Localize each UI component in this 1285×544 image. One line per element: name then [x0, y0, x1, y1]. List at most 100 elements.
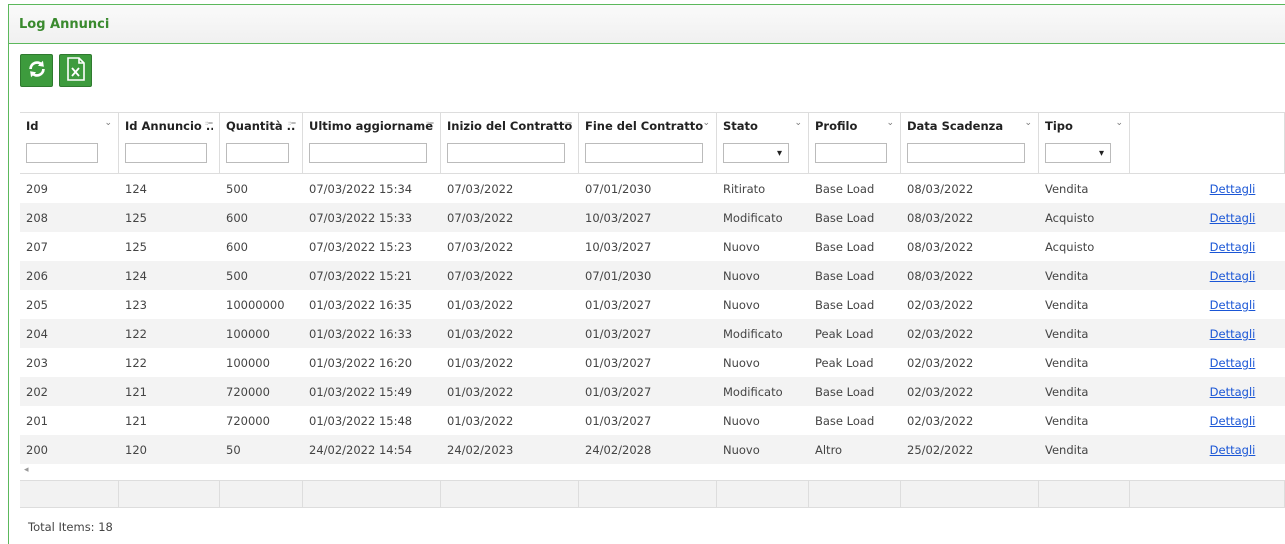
details-cell: Dettagli — [1130, 298, 1285, 312]
grid-body: 209 124 500 07/03/2022 15:34 07/03/2022 07/01… — [20, 174, 1285, 464]
filter-input[interactable] — [226, 143, 289, 163]
table-cell: 08/03/2022 — [907, 268, 974, 283]
table-cell: 02/03/2022 — [907, 297, 974, 312]
details-link[interactable]: Dettagli — [1210, 182, 1256, 196]
table-cell: 07/03/2022 15:34 — [309, 181, 413, 196]
details-link[interactable]: Dettagli — [1210, 385, 1256, 399]
details-link[interactable]: Dettagli — [1210, 269, 1256, 283]
table-cell: 124 — [125, 268, 147, 283]
table-cell: Ritirato — [723, 181, 766, 196]
table-cell: 202 — [26, 384, 48, 399]
table-cell: 203 — [26, 355, 48, 370]
chevron-down-icon[interactable]: ⌄ — [104, 118, 112, 128]
chevron-down-icon[interactable]: ⌄ — [1115, 118, 1123, 128]
table-cell: Base Load — [815, 413, 875, 428]
refresh-button[interactable] — [20, 54, 53, 87]
column-header-4[interactable]: Inizio del Contratto... ⩴ — [441, 113, 579, 173]
details-link[interactable]: Dettagli — [1210, 298, 1256, 312]
sort-icon[interactable]: ⩴ — [564, 118, 572, 128]
table-cell: 07/03/2022 — [447, 239, 514, 254]
table-cell: 01/03/2022 16:20 — [309, 355, 413, 370]
filter-input[interactable] — [447, 143, 565, 163]
column-header-label: Id — [26, 119, 39, 133]
table-row: 207 125 600 07/03/2022 15:23 07/03/2022 10/03… — [20, 232, 1285, 261]
table-cell: 07/03/2022 15:23 — [309, 239, 413, 254]
details-link[interactable]: Dettagli — [1210, 327, 1256, 341]
table-cell: 08/03/2022 — [907, 210, 974, 225]
scroll-left-arrow-icon[interactable]: ◂ — [24, 465, 29, 475]
column-header-3[interactable]: Ultimo aggiorname... ⩴ — [303, 113, 441, 173]
horizontal-scrollbar[interactable]: ◂ — [20, 464, 1285, 480]
table-row: 208 125 600 07/03/2022 15:33 07/03/2022 10/03… — [20, 203, 1285, 232]
table-cell: 201 — [26, 413, 48, 428]
column-header-label: Id Annuncio ... — [125, 119, 213, 133]
column-header-2[interactable]: Quantità ... ⩴ — [220, 113, 303, 173]
table-cell: Vendita — [1045, 413, 1089, 428]
filter-input[interactable] — [907, 143, 1025, 163]
filter-input[interactable] — [585, 143, 703, 163]
chevron-down-icon[interactable]: ⌄ — [702, 118, 710, 128]
filter-input[interactable] — [125, 143, 207, 163]
table-cell: 200 — [26, 442, 48, 457]
table-cell: Nuovo — [723, 413, 760, 428]
footer-cell — [901, 481, 1039, 507]
column-header-6[interactable]: Stato ⌄ ▾ — [717, 113, 809, 173]
column-header-8[interactable]: Data Scadenza ⌄ — [901, 113, 1039, 173]
excel-export-button[interactable] — [59, 54, 92, 87]
footer-cell — [303, 481, 441, 507]
sort-icon[interactable]: ⩴ — [288, 118, 296, 128]
table-cell: 01/03/2022 16:33 — [309, 326, 413, 341]
table-cell: 01/03/2027 — [585, 297, 652, 312]
table-row: 209 124 500 07/03/2022 15:34 07/03/2022 07/01… — [20, 174, 1285, 203]
chevron-down-icon[interactable]: ⌄ — [794, 118, 802, 128]
table-cell: 07/03/2022 — [447, 268, 514, 283]
chevron-down-icon[interactable]: ⌄ — [886, 118, 894, 128]
filter-input[interactable] — [309, 143, 427, 163]
sort-icon[interactable]: ⩴ — [205, 118, 213, 128]
table-cell: 25/02/2022 — [907, 442, 974, 457]
table-cell: Peak Load — [815, 355, 874, 370]
table-cell: 02/03/2022 — [907, 384, 974, 399]
table-cell: 123 — [125, 297, 147, 312]
column-header-0[interactable]: Id ⌄ — [20, 113, 119, 173]
details-link[interactable]: Dettagli — [1210, 356, 1256, 370]
chevron-down-icon[interactable]: ⌄ — [1024, 118, 1032, 128]
table-cell: 07/03/2022 — [447, 210, 514, 225]
details-link[interactable]: Dettagli — [1210, 240, 1256, 254]
table-cell: 10000000 — [226, 297, 285, 312]
details-cell: Dettagli — [1130, 240, 1285, 254]
column-header-5[interactable]: Fine del Contratto ⌄ — [579, 113, 717, 173]
table-cell: 125 — [125, 239, 147, 254]
filter-input[interactable] — [815, 143, 887, 163]
table-cell: 02/03/2022 — [907, 413, 974, 428]
filter-select[interactable]: ▾ — [1045, 143, 1111, 163]
table-cell: Vendita — [1045, 384, 1089, 399]
footer-cell — [809, 481, 901, 507]
details-cell: Dettagli — [1130, 211, 1285, 225]
table-cell: 01/03/2027 — [585, 384, 652, 399]
table-cell: Modificato — [723, 210, 783, 225]
table-cell: Peak Load — [815, 326, 874, 341]
column-header-9[interactable]: Tipo ⌄ ▾ — [1039, 113, 1130, 173]
sort-icon[interactable]: ⩴ — [426, 118, 434, 128]
table-cell: Acquisto — [1045, 210, 1095, 225]
table-cell: 208 — [26, 210, 48, 225]
column-header-1[interactable]: Id Annuncio ... ⩴ — [119, 113, 220, 173]
table-cell: Base Load — [815, 268, 875, 283]
filter-input[interactable] — [26, 143, 98, 163]
table-cell: 204 — [26, 326, 48, 341]
column-header-7[interactable]: Profilo ⌄ — [809, 113, 901, 173]
table-cell: 121 — [125, 413, 147, 428]
footer-cell — [1130, 481, 1285, 507]
table-cell: 100000 — [226, 326, 270, 341]
details-link[interactable]: Dettagli — [1210, 443, 1256, 457]
grid-footer-row — [20, 480, 1285, 508]
filter-select[interactable]: ▾ — [723, 143, 789, 163]
details-link[interactable]: Dettagli — [1210, 211, 1256, 225]
table-cell: 125 — [125, 210, 147, 225]
table-cell: Vendita — [1045, 181, 1089, 196]
table-cell: 01/03/2022 — [447, 355, 514, 370]
details-link[interactable]: Dettagli — [1210, 414, 1256, 428]
column-header-label: Stato — [723, 119, 758, 133]
panel-title: Log Annunci — [19, 16, 110, 32]
